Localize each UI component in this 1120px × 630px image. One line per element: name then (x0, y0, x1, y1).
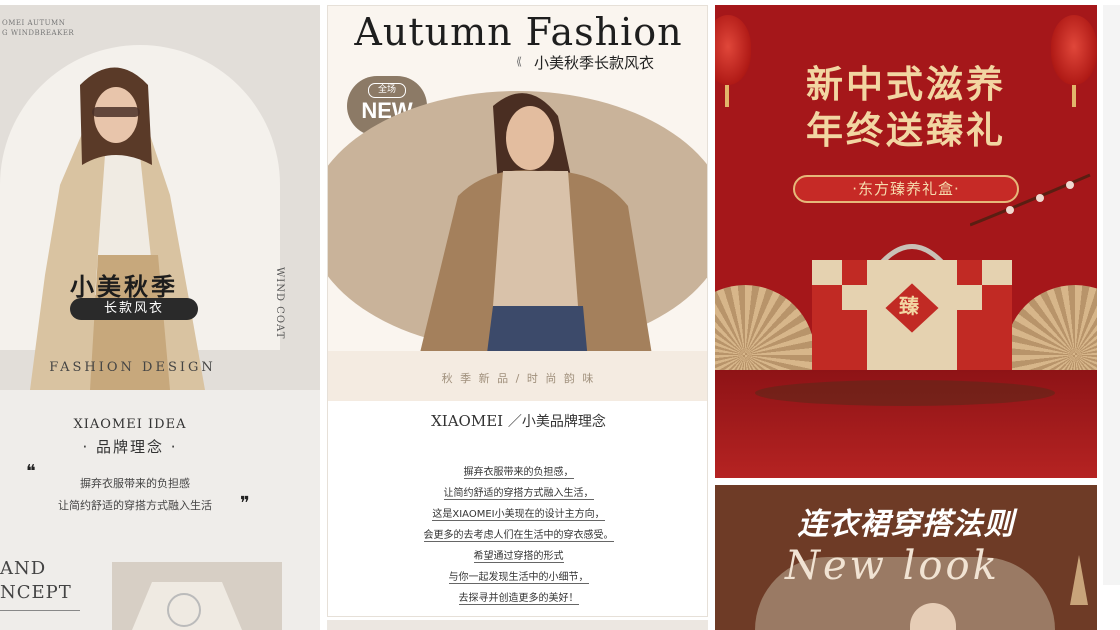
plum-branch-decoration (970, 173, 1091, 227)
headline-line-2: 年终送臻礼 (806, 108, 1006, 152)
pagoda-ornament-icon (1070, 555, 1088, 605)
quote-line-2: 让简约舒适的穿搭方式融入生活 (58, 499, 212, 512)
body-line: 希望通过穿搭的形式 (473, 551, 564, 563)
gift-headline: 新中式滋养 年终送臻礼 (715, 61, 1097, 153)
idea-quote: 摒弃衣服带来的负担感 让简约舒适的穿搭方式融入生活 (0, 473, 270, 517)
body-line: 去探寻并创造更多的美好！ (458, 593, 579, 605)
idea-title: XIAOMEI IDEA (73, 417, 187, 432)
bag-photo (112, 562, 282, 630)
gift-box-character: 臻 (899, 294, 919, 318)
body-line: 与你一起发现生活中的小细节， (448, 572, 589, 584)
brand-body-text: 摒弃衣服带来的负担感， 让简约舒适的穿搭方式融入生活， 这是XIAOMEI小美现… (328, 462, 707, 609)
header-line-2: G WINDBREAKER (2, 29, 75, 37)
brand-heading: XIAOMEI ／小美品牌理念 (328, 411, 707, 431)
quote-line-1: 摒弃衣服带来的负担感 (80, 477, 190, 490)
script-text: New look (785, 543, 1000, 589)
model-photo (30, 67, 205, 390)
poster-header-text: OMEI AUTUMN G WINDBREAKER (2, 18, 74, 38)
fashion-poster-card-1[interactable]: OMEI AUTUMN G WINDBREAKER 小美秋季 长款风衣 WIND… (0, 5, 320, 630)
ginseng-and-dates (755, 380, 1055, 406)
scrollbar-track[interactable] (1103, 5, 1120, 585)
side-vertical-text: WIND COAT (274, 267, 285, 340)
poster-headline: 小美秋季 (70, 272, 178, 301)
subtitle-arrows-icon: ⟪ (516, 55, 523, 68)
body-line: 让简约舒适的穿搭方式融入生活， (443, 488, 594, 500)
dress-styling-poster-card[interactable]: 连衣裙穿搭法则 New look (715, 485, 1097, 630)
headline-line-1: 新中式滋养 (806, 62, 1006, 106)
poster-subtitle: 小美秋季长款风衣 (534, 54, 655, 72)
close-quote-icon: ❞ (240, 493, 250, 514)
next-card-peek (327, 620, 708, 630)
gift-box-poster-card[interactable]: 新中式滋养 年终送臻礼 ·东方臻养礼盒· 臻 (715, 5, 1097, 478)
body-line: 摒弃衣服带来的负担感， (463, 467, 574, 479)
dress-headline: 连衣裙穿搭法则 (797, 508, 1015, 541)
body-line: 会更多的去考虑人们在生活中的穿衣感受。 (423, 530, 614, 542)
idea-subtitle: · 品牌理念 · (82, 438, 178, 456)
footer-divider (0, 610, 80, 611)
poster-tagline: 秋 季 新 品 / 时 尚 韵 味 (441, 372, 596, 385)
concept-footer: AND NCEPT (0, 557, 72, 605)
poster-tag: 长款风衣 (70, 298, 198, 320)
model-photo (418, 93, 653, 361)
body-line: 这是XIAOMEI小美现在的设计主方向， (432, 509, 605, 521)
brand-heading-cn: ／小美品牌理念 (507, 414, 606, 430)
footer-line-2: NCEPT (0, 582, 72, 603)
fashion-poster-card-2[interactable]: Autumn Fashion ⟪ 小美秋季长款风衣 全场 NEW 秋 季 新 品… (327, 5, 708, 617)
footer-line-1: AND (0, 558, 47, 579)
fashion-design-label: FASHION DESIGN (49, 360, 216, 375)
brand-heading-en: XIAOMEI (431, 412, 504, 430)
poster-title: Autumn Fashion (354, 10, 683, 54)
header-line-1: OMEI AUTUMN (2, 19, 66, 27)
